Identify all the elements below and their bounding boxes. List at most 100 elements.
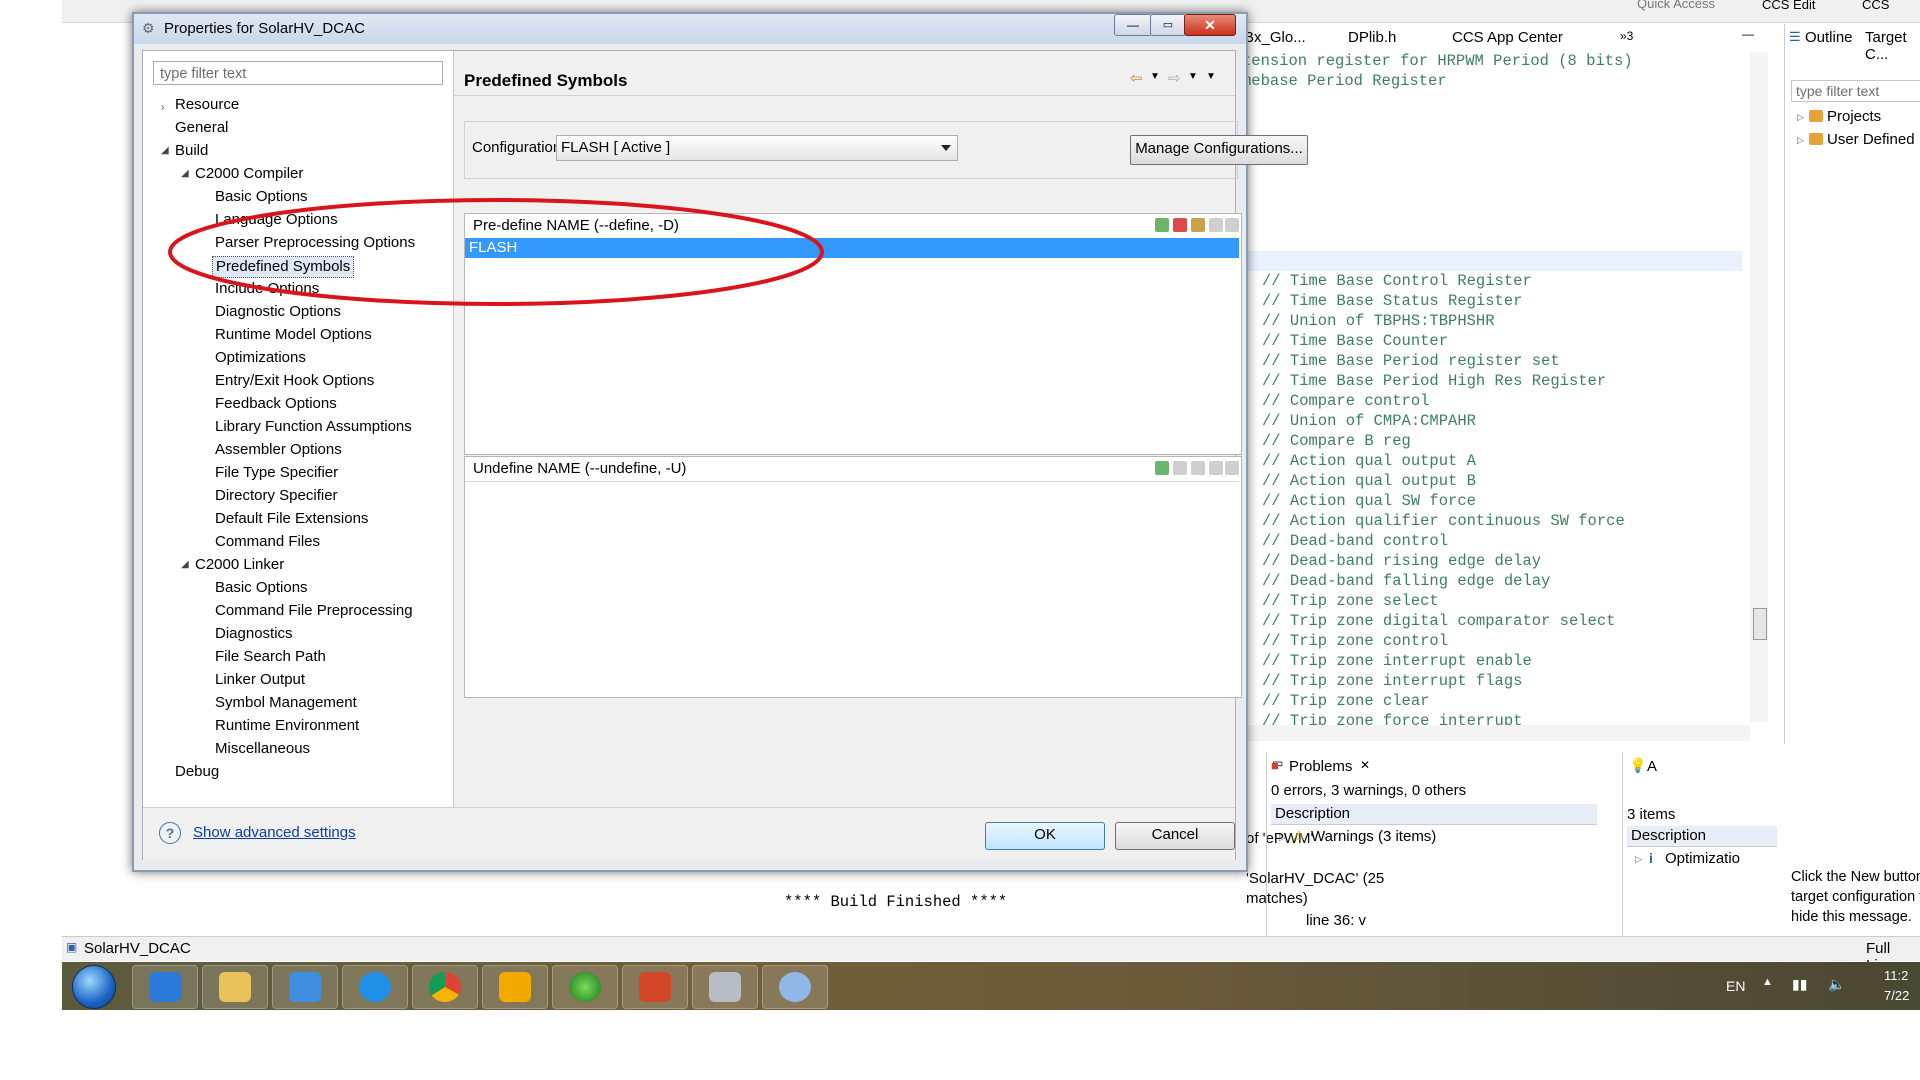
taskbar-media[interactable] [272, 965, 338, 1009]
editor-vertical-scrollbar[interactable] [1750, 52, 1768, 722]
show-advanced-settings-link[interactable]: Show advanced settings [193, 824, 356, 841]
taskbar-explorer[interactable] [202, 965, 268, 1009]
tree-item-runtime-model-options[interactable]: Runtime Model Options [215, 325, 372, 345]
taskbar-paint[interactable] [762, 965, 828, 1009]
move-up-icon[interactable] [1209, 218, 1223, 232]
perspective-ccs-edit[interactable]: CCS Edit [1762, 0, 1815, 12]
editor-tab-glo[interactable]: Bx_Glo... [1244, 29, 1306, 46]
tab-target-config[interactable]: Target C... [1865, 29, 1920, 63]
minimize-button[interactable]: — [1114, 14, 1152, 36]
move-up-icon[interactable] [1209, 461, 1223, 475]
tree-item-debug[interactable]: Debug [175, 762, 219, 782]
tab-outline[interactable]: Outline [1805, 29, 1853, 46]
tree-item-library-function[interactable]: Library Function Assumptions [215, 417, 412, 437]
tray-expand-icon[interactable]: ▲ [1762, 976, 1773, 988]
tree-item-c2000-compiler[interactable]: C2000 Compiler [195, 164, 303, 184]
quick-access-field[interactable]: Quick Access [1637, 0, 1715, 11]
problems-column-header[interactable]: Description [1271, 804, 1597, 825]
tree-item-general[interactable]: General [175, 118, 228, 138]
collapse-icon[interactable]: ◢ [181, 168, 189, 179]
move-down-icon[interactable] [1225, 218, 1239, 232]
tree-item-command-file-preprocessing[interactable]: Command File Preprocessing [215, 601, 413, 621]
collapse-icon[interactable]: ◢ [161, 145, 169, 156]
expand-icon[interactable]: ▷ [1797, 112, 1804, 123]
collapse-icon[interactable]: ◢ [181, 559, 189, 570]
tab-problems[interactable]: Problems [1289, 758, 1352, 775]
problems-warnings-row[interactable]: Warnings (3 items) [1311, 828, 1436, 845]
forward-arrow-icon[interactable]: ⇨ [1168, 69, 1181, 87]
tree-item-diagnostics[interactable]: Diagnostics [215, 624, 293, 644]
taskbar-powerpoint[interactable] [622, 965, 688, 1009]
ok-button[interactable]: OK [985, 822, 1105, 850]
tree-item-default-file-extensions[interactable]: Default File Extensions [215, 509, 368, 529]
network-icon[interactable]: ▮▮ [1792, 976, 1807, 993]
taskbar-app-globe[interactable] [552, 965, 618, 1009]
outline-item-projects[interactable]: Projects [1827, 108, 1881, 125]
tree-item-file-type-specifier[interactable]: File Type Specifier [215, 463, 338, 483]
back-dropdown-icon[interactable]: ▼ [1150, 71, 1160, 82]
back-arrow-icon[interactable]: ⇦ [1130, 69, 1143, 87]
close-button[interactable]: ✕ [1184, 14, 1236, 36]
tree-item-build[interactable]: Build [175, 141, 208, 161]
tab-advice[interactable]: A [1647, 758, 1657, 775]
delete-icon[interactable] [1173, 218, 1187, 232]
tree-item-entry-exit-hook[interactable]: Entry/Exit Hook Options [215, 371, 374, 391]
tree-item-symbol-management[interactable]: Symbol Management [215, 693, 357, 713]
expand-icon[interactable]: › [161, 102, 164, 113]
add-icon[interactable] [1155, 461, 1169, 475]
editor-minimize-icon[interactable]: — [1742, 27, 1754, 41]
manage-configurations-button[interactable]: Manage Configurations... [1130, 135, 1308, 165]
outline-item-user-defined[interactable]: User Defined [1827, 131, 1915, 148]
configuration-select[interactable]: FLASH [ Active ] [556, 135, 958, 161]
tree-item-c2000-linker[interactable]: C2000 Linker [195, 555, 284, 575]
taskbar-ccs[interactable] [692, 965, 758, 1009]
taskbar-chrome[interactable] [412, 965, 478, 1009]
cancel-button[interactable]: Cancel [1115, 822, 1235, 850]
delete-icon[interactable] [1173, 461, 1187, 475]
undefine-list[interactable]: Undefine NAME (--undefine, -U) [464, 456, 1242, 698]
tree-item-linker-basic-options[interactable]: Basic Options [215, 578, 308, 598]
tree-item-miscellaneous[interactable]: Miscellaneous [215, 739, 310, 759]
tree-item-linker-output[interactable]: Linker Output [215, 670, 305, 690]
close-icon[interactable]: ✕ [1360, 758, 1370, 772]
tree-item-resource[interactable]: Resource [175, 95, 239, 115]
editor-tab-app-center[interactable]: CCS App Center [1452, 29, 1563, 46]
column-description[interactable]: Description [1631, 827, 1706, 844]
column-description[interactable]: Description [1275, 805, 1350, 822]
language-indicator[interactable]: EN [1726, 978, 1745, 994]
editor-tab-overflow[interactable]: »3 [1620, 29, 1633, 43]
edit-icon[interactable] [1191, 218, 1205, 232]
advice-item[interactable]: Optimizatio [1665, 850, 1740, 867]
tree-item-optimizations[interactable]: Optimizations [215, 348, 306, 368]
volume-icon[interactable]: 🔈 [1828, 976, 1845, 993]
forward-dropdown-icon[interactable]: ▼ [1188, 71, 1198, 82]
outline-filter-input[interactable]: type filter text [1791, 80, 1920, 102]
help-icon[interactable]: ? [159, 822, 181, 844]
clock-date[interactable]: 7/22 [1884, 988, 1909, 1003]
maximize-button[interactable]: ▭ [1150, 14, 1186, 36]
clock-time[interactable]: 11:2 [1884, 968, 1908, 983]
perspective-ccs[interactable]: CCS [1862, 0, 1889, 12]
tree-item-file-search-path[interactable]: File Search Path [215, 647, 326, 667]
tree-item-runtime-environment[interactable]: Runtime Environment [215, 716, 359, 736]
scroll-thumb[interactable] [1753, 608, 1767, 640]
add-icon[interactable] [1155, 218, 1169, 232]
view-menu-icon[interactable]: ▼ [1206, 71, 1216, 82]
taskbar-skype[interactable] [342, 965, 408, 1009]
expand-icon[interactable]: ▷ [1279, 832, 1286, 843]
move-down-icon[interactable] [1225, 461, 1239, 475]
edit-icon[interactable] [1191, 461, 1205, 475]
expand-icon[interactable]: ▷ [1635, 854, 1642, 865]
advice-column-header[interactable]: Description [1627, 826, 1777, 847]
tree-item-directory-specifier[interactable]: Directory Specifier [215, 486, 338, 506]
expand-icon[interactable]: ▷ [1797, 135, 1804, 146]
start-button[interactable] [72, 965, 116, 1009]
taskbar-outlook[interactable] [482, 965, 548, 1009]
editor-tab-dplib[interactable]: DPlib.h [1348, 29, 1396, 46]
tree-item-feedback-options[interactable]: Feedback Options [215, 394, 337, 414]
dialog-titlebar[interactable]: ⚙ Properties for SolarHV_DCAC — ▭ ✕ [134, 14, 1246, 44]
editor-horizontal-scrollbar[interactable] [1162, 725, 1750, 741]
taskbar-ie[interactable] [132, 965, 198, 1009]
tree-item-command-files[interactable]: Command Files [215, 532, 320, 552]
tree-item-assembler-options[interactable]: Assembler Options [215, 440, 342, 460]
